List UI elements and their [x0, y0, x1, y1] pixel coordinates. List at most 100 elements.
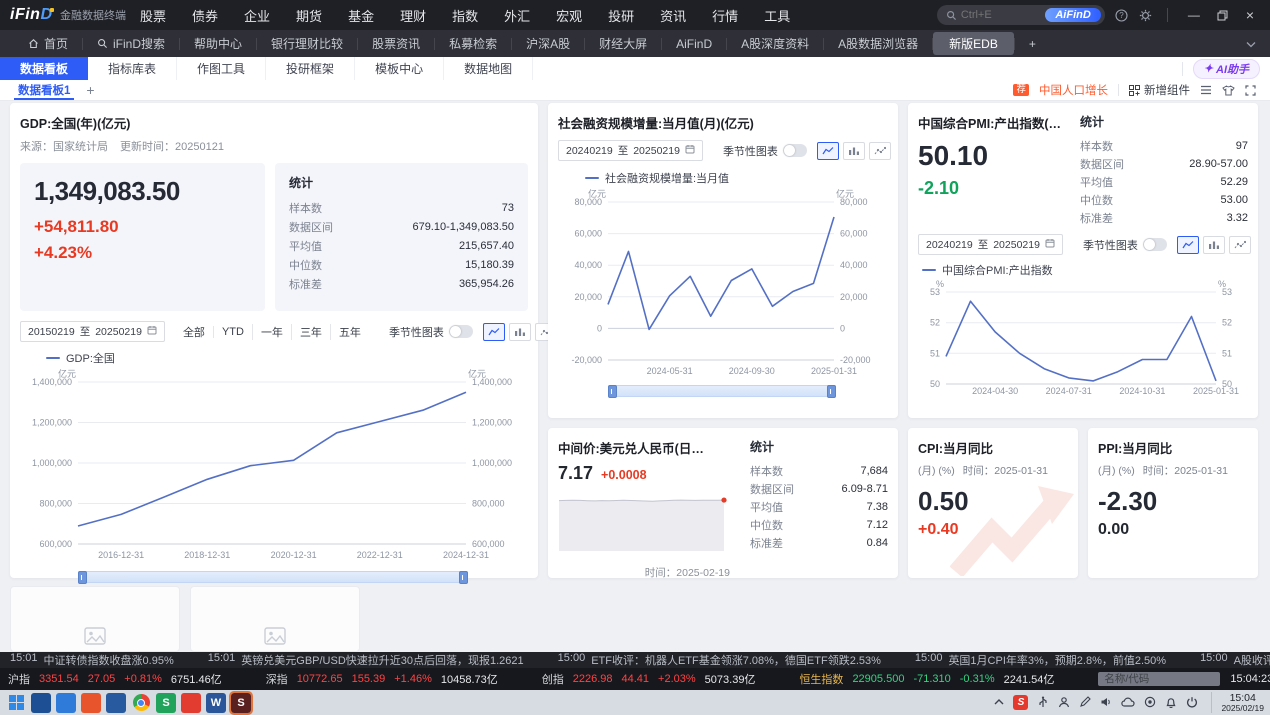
range-preset[interactable]: 五年 — [330, 324, 369, 340]
news-item[interactable]: 15:00ETF收评：机器人ETF基金领涨7.08%，德国ETF领跌2.53% — [558, 652, 881, 668]
scatter-chart-button[interactable] — [869, 142, 891, 160]
index-quote-恒生指数[interactable]: 恒生指数22905.500-71.310-0.31%2241.54亿 — [799, 671, 1054, 687]
aifind-button[interactable]: AiFinD — [1045, 8, 1100, 22]
top-menu-item[interactable]: 指数 — [452, 6, 478, 25]
bar-chart-button[interactable] — [843, 142, 865, 160]
news-item[interactable]: 15:01英镑兑美元GBP/USD快速拉升近30点后回落，现报1.2621 — [208, 652, 524, 668]
bar-chart-button[interactable] — [509, 323, 531, 341]
news-item[interactable]: 15:00A股收评：创业板指低开高走涨超2%，全市场超4600只个股上涨 — [1200, 652, 1270, 668]
minimize-button[interactable]: — — [1182, 10, 1206, 20]
global-search[interactable]: AiFinD — [937, 5, 1105, 25]
nav-tab[interactable]: 银行理财比较 — [257, 32, 357, 55]
app-green[interactable]: S — [156, 693, 176, 713]
top-menu-item[interactable]: 股票 — [140, 6, 166, 25]
seasonal-toggle[interactable] — [783, 144, 807, 157]
restore-button[interactable] — [1216, 8, 1230, 22]
date-range-picker[interactable]: 20240219 至 20250219 — [918, 234, 1063, 255]
slider-handle-right[interactable] — [459, 571, 468, 584]
index-quote-沪指[interactable]: 沪指3351.5427.05+0.81%6751.46亿 — [8, 671, 222, 687]
news-item[interactable]: 15:00英国1月CPI年率3%，预期2.8%，前值2.50% — [915, 652, 1166, 668]
index-quote-深指[interactable]: 深指10772.65155.39+1.46%10458.73亿 — [266, 671, 498, 687]
app-steel[interactable] — [106, 693, 126, 713]
power-icon[interactable] — [1186, 696, 1198, 708]
seasonal-toggle[interactable] — [449, 325, 473, 338]
top-menu-item[interactable]: 宏观 — [556, 6, 582, 25]
range-preset[interactable]: 三年 — [291, 324, 330, 340]
menu-icon[interactable] — [1200, 85, 1212, 95]
index-quote-创指[interactable]: 创指2226.9844.41+2.03%5073.39亿 — [542, 671, 756, 687]
slider-handle-right[interactable] — [827, 385, 836, 398]
seasonal-toggle[interactable] — [1143, 238, 1167, 251]
top-menu-item[interactable]: 资讯 — [660, 6, 686, 25]
ifind-logo[interactable]: iFinD — [10, 6, 52, 24]
fullscreen-icon[interactable] — [1245, 85, 1256, 96]
top-menu-item[interactable]: 行情 — [712, 6, 738, 25]
usb-icon[interactable] — [1037, 696, 1049, 708]
dashboard-tab[interactable]: 数据看板1 — [14, 80, 74, 100]
nav-tab[interactable]: A股数据浏览器 — [824, 32, 932, 55]
sogou-input-icon[interactable]: S — [1013, 695, 1028, 710]
tab-投研框架[interactable]: 投研框架 — [266, 57, 355, 80]
date-range-picker[interactable]: 20240219 至 20250219 — [558, 140, 703, 161]
nav-tab[interactable]: 新版EDB — [933, 32, 1014, 55]
app-navy[interactable] — [31, 693, 51, 713]
bell-icon[interactable] — [1165, 696, 1177, 708]
top-menu-item[interactable]: 基金 — [348, 6, 374, 25]
pen-icon[interactable] — [1079, 696, 1091, 708]
app-orange[interactable] — [81, 693, 101, 713]
record-icon[interactable] — [1144, 696, 1156, 708]
news-ticker[interactable]: 15:01中证转债指数收盘涨0.95% 15:01英镑兑美元GBP/USD快速拉升… — [0, 652, 1270, 668]
tab-数据看板[interactable]: 数据看板 — [0, 57, 88, 80]
tray-chevron-up-icon[interactable] — [994, 698, 1004, 706]
nav-tab[interactable]: 首页 — [14, 32, 82, 55]
app-red[interactable] — [181, 693, 201, 713]
add-dashboard-button[interactable]: + — [86, 82, 94, 98]
nav-tab[interactable]: 帮助中心 — [180, 32, 256, 55]
tab-数据地图[interactable]: 数据地图 — [444, 57, 533, 80]
top-menu-item[interactable]: 理财 — [400, 6, 426, 25]
tab-模板中心[interactable]: 模板中心 — [355, 57, 444, 80]
bar-chart-button[interactable] — [1203, 236, 1225, 254]
nav-tab[interactable]: 私募检索 — [435, 32, 511, 55]
news-item[interactable]: 15:01中证转债指数收盘涨0.95% — [10, 652, 174, 668]
search-input[interactable] — [959, 8, 1037, 22]
active-app[interactable]: S — [231, 693, 251, 713]
shrz-range-slider[interactable] — [608, 385, 836, 397]
slider-handle-left[interactable] — [78, 571, 87, 584]
top-menu-item[interactable]: 投研 — [608, 6, 634, 25]
top-menu-item[interactable]: 外汇 — [504, 6, 530, 25]
tab-指标库表[interactable]: 指标库表 — [88, 57, 177, 80]
top-menu-item[interactable]: 工具 — [764, 6, 790, 25]
nav-tab[interactable]: AiFinD — [662, 34, 726, 54]
line-chart-button[interactable] — [483, 323, 505, 341]
speaker-icon[interactable] — [1100, 696, 1112, 708]
slider-handle-left[interactable] — [608, 385, 617, 398]
start-button[interactable] — [6, 693, 26, 713]
settings-gear-icon[interactable] — [1139, 8, 1153, 22]
date-range-picker[interactable]: 20150219 至 20250219 — [20, 321, 165, 342]
word-app[interactable]: W — [206, 693, 226, 713]
chevron-down-icon[interactable] — [1246, 35, 1256, 53]
line-chart-button[interactable] — [1177, 236, 1199, 254]
top-menu-item[interactable]: 期货 — [296, 6, 322, 25]
scatter-chart-button[interactable] — [1229, 236, 1251, 254]
app-blue[interactable] — [56, 693, 76, 713]
top-menu-item[interactable]: 债券 — [192, 6, 218, 25]
nav-tab[interactable]: A股深度资料 — [727, 32, 823, 55]
line-chart-button[interactable] — [817, 142, 839, 160]
gdp-range-slider[interactable] — [78, 571, 468, 583]
stock-code-input[interactable] — [1098, 672, 1220, 686]
nav-add-tab-button[interactable]: + — [1015, 34, 1050, 54]
nav-tab[interactable]: 沪深A股 — [512, 32, 584, 55]
browser-app[interactable] — [131, 693, 151, 713]
placeholder-widget[interactable] — [10, 586, 180, 652]
taskbar-clock[interactable]: 15:04 2025/02/19 — [1211, 692, 1264, 714]
hot-topic-link[interactable]: 中国人口增长 — [1039, 82, 1108, 98]
range-preset[interactable]: YTD — [213, 326, 252, 338]
cloud-icon[interactable] — [1121, 697, 1135, 707]
range-preset[interactable]: 一年 — [252, 324, 291, 340]
theme-skin-icon[interactable] — [1222, 85, 1235, 96]
help-icon[interactable]: ? — [1115, 8, 1129, 22]
nav-tab[interactable]: iFinD搜索 — [83, 32, 179, 55]
add-widget-button[interactable]: 新增组件 — [1129, 82, 1190, 98]
